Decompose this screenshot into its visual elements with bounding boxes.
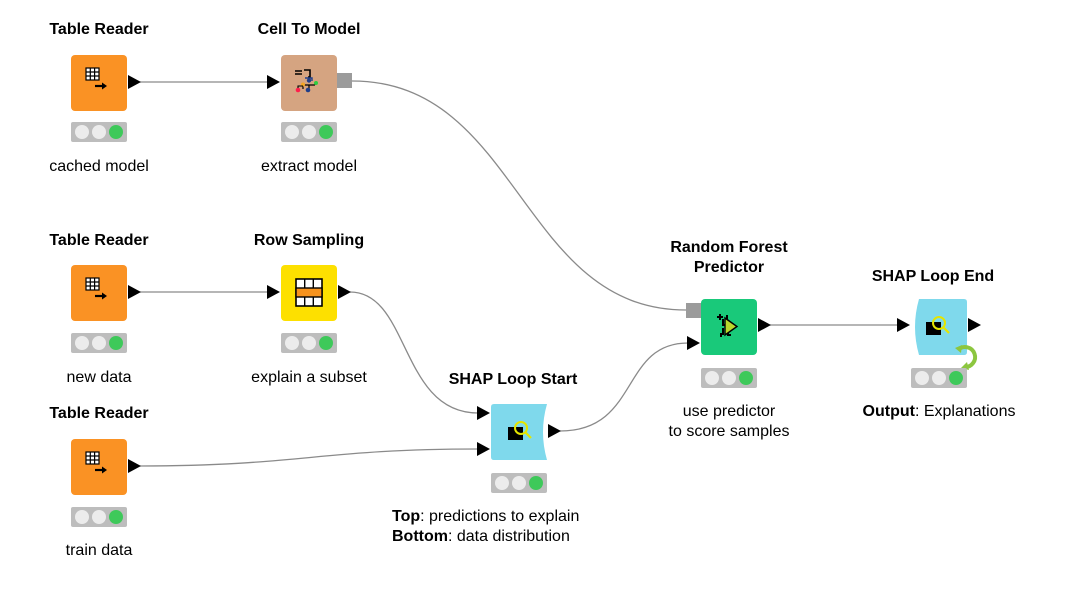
model-output-port[interactable]: [337, 73, 352, 88]
node-table-reader-train-data[interactable]: [71, 439, 127, 495]
node-annotation: explain a subset: [251, 369, 367, 386]
input-port[interactable]: [267, 285, 280, 299]
node-annotation: Output: Explanations: [862, 403, 1016, 420]
node-title: SHAP Loop Start: [448, 371, 578, 388]
status-light-red: [75, 125, 90, 139]
node-title: Table Reader: [49, 21, 149, 38]
random-forest-predictor-icon: [717, 314, 739, 337]
status-light-yellow: [301, 336, 316, 350]
table-reader-icon: [85, 277, 107, 300]
node-title: Table Reader: [49, 232, 149, 249]
node-status-lights: [911, 368, 967, 388]
status-light-green: [528, 476, 543, 490]
output-port[interactable]: [338, 285, 351, 299]
status-light-green: [318, 125, 333, 139]
input-port[interactable]: [687, 336, 700, 350]
status-light-red: [915, 371, 930, 385]
status-light-red: [75, 510, 90, 524]
node-status-lights: [71, 333, 127, 353]
input-port[interactable]: [267, 75, 280, 89]
row-sampling-icon: [295, 278, 323, 307]
node-annotation: train data: [65, 542, 133, 559]
input-port-bottom[interactable]: [477, 442, 490, 456]
node-table-reader-cached-model[interactable]: [71, 55, 127, 111]
node-title: SHAP Loop End: [871, 268, 995, 285]
status-light-green: [108, 510, 123, 524]
model-input-port[interactable]: [686, 303, 701, 318]
node-annotation: cached model: [49, 158, 149, 175]
input-port-top[interactable]: [477, 406, 490, 420]
node-status-lights: [281, 333, 337, 353]
connection-rs-sls[interactable]: [349, 291, 479, 414]
output-port[interactable]: [968, 318, 981, 332]
status-light-green: [108, 336, 123, 350]
node-annotation: use predictor to score samples: [668, 403, 790, 440]
status-light-red: [495, 476, 510, 490]
table-reader-icon: [85, 451, 107, 474]
status-light-yellow: [91, 336, 106, 350]
node-shap-loop-start[interactable]: [491, 404, 547, 460]
table-reader-icon: [85, 67, 107, 90]
annotation-line-bottom: Bottom: data distribution: [392, 528, 570, 545]
node-status-lights: [281, 122, 337, 142]
node-table-reader-new-data[interactable]: [71, 265, 127, 321]
node-annotation: Top: predictions to explain Bottom: data…: [392, 507, 652, 547]
node-cell-to-model[interactable]: [281, 55, 337, 111]
input-port[interactable]: [897, 318, 910, 332]
connection-tr3-sls[interactable]: [139, 448, 479, 467]
status-light-green: [738, 371, 753, 385]
node-title: Random Forest Predictor: [670, 239, 788, 276]
status-light-green: [948, 371, 963, 385]
node-title: Table Reader: [49, 405, 149, 422]
node-random-forest-predictor[interactable]: [701, 299, 757, 355]
status-light-red: [705, 371, 720, 385]
status-light-yellow: [301, 125, 316, 139]
output-port[interactable]: [548, 424, 561, 438]
status-light-green: [318, 336, 333, 350]
status-light-yellow: [91, 510, 106, 524]
node-row-sampling[interactable]: [281, 265, 337, 321]
status-light-yellow: [91, 125, 106, 139]
node-status-lights: [701, 368, 757, 388]
node-annotation: new data: [66, 369, 132, 386]
status-light-green: [108, 125, 123, 139]
status-light-yellow: [511, 476, 526, 490]
output-port[interactable]: [128, 459, 141, 473]
output-port[interactable]: [758, 318, 771, 332]
node-title: Cell To Model: [257, 21, 361, 38]
status-light-red: [285, 125, 300, 139]
node-title: Row Sampling: [253, 232, 365, 249]
status-light-yellow: [931, 371, 946, 385]
output-port[interactable]: [128, 285, 141, 299]
node-status-lights: [491, 473, 547, 493]
status-light-red: [75, 336, 90, 350]
status-light-red: [285, 336, 300, 350]
node-annotation: extract model: [260, 158, 358, 175]
output-port[interactable]: [128, 75, 141, 89]
node-status-lights: [71, 507, 127, 527]
node-status-lights: [71, 122, 127, 142]
status-light-yellow: [721, 371, 736, 385]
annotation-line-top: Top: predictions to explain: [392, 508, 580, 525]
cell-to-model-icon: [295, 69, 318, 93]
